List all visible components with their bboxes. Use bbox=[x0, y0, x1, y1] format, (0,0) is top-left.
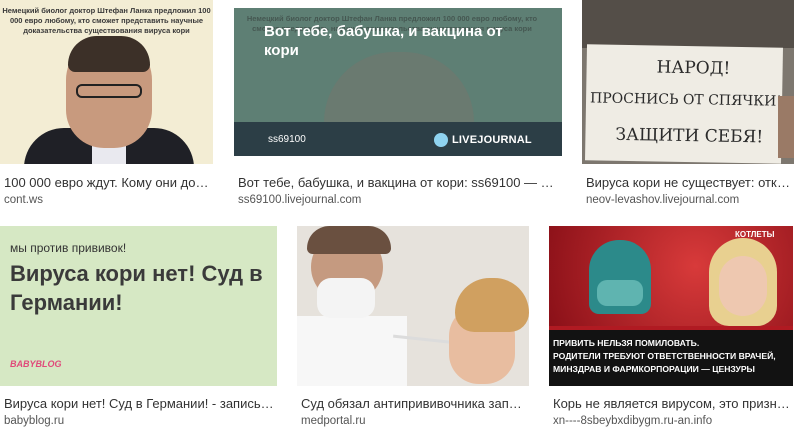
result-title[interactable]: Корь не является вирусом, это призна... bbox=[553, 396, 791, 411]
thumbnail-text: Немецкий биолог доктор Штефан Ланка пред… bbox=[2, 6, 211, 35]
photo-hair bbox=[68, 36, 150, 72]
result-source[interactable]: cont.ws bbox=[4, 194, 209, 206]
result-card-5[interactable]: Суд обязал антипрививочника запла... med… bbox=[297, 226, 530, 431]
photo-surgeon-mask bbox=[597, 280, 643, 306]
thumbnail-title: Вот тебе, бабушка, и вакцина от кори bbox=[264, 23, 503, 59]
sign-line: ЗАЩИТИ СЕБЯ! bbox=[615, 124, 764, 148]
result-source[interactable]: neov-levashov.livejournal.com bbox=[586, 194, 792, 206]
result-card-3[interactable]: НАРОД! ПРОСНИСЬ ОТ СПЯЧКИ! ЗАЩИТИ СЕБЯ! … bbox=[582, 0, 794, 210]
livejournal-logo: LIVEJOURNAL bbox=[452, 134, 532, 146]
result-thumbnail[interactable]: КОТЛЕТЫ ПРИВИТЬ НЕЛЬЗЯ ПОМИЛОВАТЬ. РОДИТ… bbox=[549, 226, 793, 386]
result-thumbnail[interactable]: НАРОД! ПРОСНИСЬ ОТ СПЯЧКИ! ЗАЩИТИ СЕБЯ! bbox=[582, 0, 794, 164]
result-card-6[interactable]: КОТЛЕТЫ ПРИВИТЬ НЕЛЬЗЯ ПОМИЛОВАТЬ. РОДИТ… bbox=[549, 226, 794, 431]
thumbnail-caption-box: ПРИВИТЬ НЕЛЬЗЯ ПОМИЛОВАТЬ. РОДИТЕЛИ ТРЕБ… bbox=[549, 330, 793, 386]
result-title[interactable]: Вирусa кори не существует: отка... bbox=[586, 175, 792, 190]
photo-doctor-hair bbox=[307, 226, 391, 254]
sign-line: НАРОД! bbox=[656, 57, 731, 79]
livejournal-icon bbox=[434, 133, 448, 147]
result-thumbnail[interactable]: мы против прививок! Вирусa кори нет! Суд… bbox=[0, 226, 277, 386]
photo-child-hair bbox=[455, 278, 529, 332]
result-source[interactable]: xn----8sbeybxdibygm.ru-an.info bbox=[553, 415, 791, 427]
photo-crowd bbox=[582, 0, 794, 48]
photo-doctor-coat bbox=[297, 316, 407, 386]
result-card-2[interactable]: Немецкий биолог доктор Штефан Ланка пред… bbox=[234, 0, 564, 210]
result-source[interactable]: medportal.ru bbox=[301, 415, 529, 427]
thumbnail-caption-line: ПРИВИТЬ НЕЛЬЗЯ ПОМИЛОВАТЬ. bbox=[553, 338, 700, 348]
result-title[interactable]: Вот тебе, бабушка, и вакцина от кори: ss… bbox=[238, 175, 558, 190]
babyblog-logo: BABYBLOG bbox=[10, 359, 62, 369]
result-title[interactable]: Вирусa кори нет! Суд в Германии! - запис… bbox=[4, 396, 274, 411]
result-title[interactable]: 100 000 евро ждут. Кому они дос... bbox=[4, 175, 209, 190]
photo-face-mask bbox=[317, 278, 375, 318]
result-thumbnail[interactable]: Немецкий биолог доктор Штефан Ланка пред… bbox=[0, 0, 213, 164]
result-title[interactable]: Суд обязал антипрививочника запла... bbox=[301, 396, 529, 411]
photo-glasses bbox=[76, 84, 142, 98]
thumbnail-corner-label: КОТЛЕТЫ bbox=[735, 230, 775, 239]
protest-sign: НАРОД! ПРОСНИСЬ ОТ СПЯЧКИ! ЗАЩИТИ СЕБЯ! bbox=[585, 44, 783, 164]
result-thumbnail[interactable] bbox=[297, 226, 529, 386]
thumbnail-user: ss69100 bbox=[268, 134, 306, 145]
result-card-4[interactable]: мы против прививок! Вирусa кори нет! Суд… bbox=[0, 226, 280, 431]
sign-line: ПРОСНИСЬ ОТ СПЯЧКИ! bbox=[589, 90, 783, 110]
thumbnail-headline: Вирусa кори нет! Суд в Германии! bbox=[10, 261, 263, 315]
result-card-1[interactable]: Немецкий биолог доктор Штефан Ланка пред… bbox=[0, 0, 215, 210]
result-thumbnail[interactable]: Немецкий биолог доктор Штефан Ланка пред… bbox=[234, 8, 562, 156]
photo-woman-face bbox=[719, 256, 767, 316]
result-source[interactable]: babyblog.ru bbox=[4, 415, 274, 427]
thumbnail-tag: мы против прививок! bbox=[10, 241, 127, 255]
thumbnail-caption-line: РОДИТЕЛИ ТРЕБУЮТ ОТВЕТСТВЕННОСТИ ВРАЧЕЙ, bbox=[553, 351, 776, 361]
result-source[interactable]: ss69100.livejournal.com bbox=[238, 194, 558, 206]
thumbnail-caption-line: МИНЗДРАВ И ФАРМКОРПОРАЦИИ — ЦЕНЗУРЫ bbox=[553, 364, 755, 374]
photo-hand bbox=[778, 96, 794, 158]
